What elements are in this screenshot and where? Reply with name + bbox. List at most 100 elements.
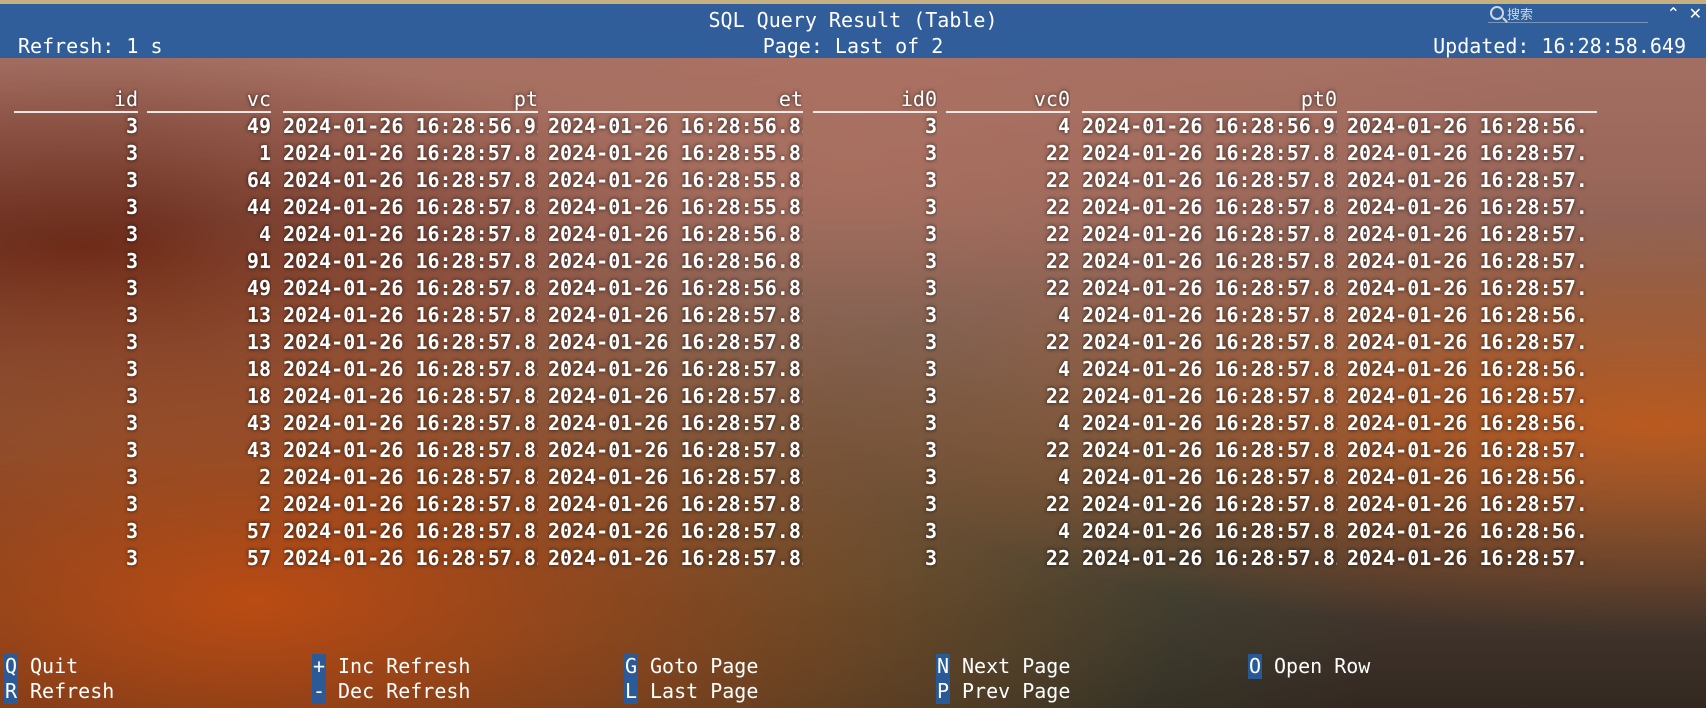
cell-id: 3 (125, 168, 138, 192)
cell-et0: 2024-01-26 16:28:56. (1347, 303, 1588, 327)
cell-id0: 3 (924, 465, 937, 489)
cell-id: 3 (125, 546, 138, 570)
table-row[interactable]: 3 43 2024-01-26 16:28:57.814 2024-01-26 16:… (14, 437, 1706, 464)
cell-id: 3 (125, 195, 138, 219)
table-row[interactable]: 3 4 2024-01-26 16:28:57.811 2024-01-26 16:2… (14, 221, 1706, 248)
cell-pt: 2024-01-26 16:28:57.814 (283, 384, 538, 408)
shortcut-label: Goto Page (650, 654, 759, 678)
table-row[interactable]: 3 13 2024-01-26 16:28:57.814 2024-01-26 16:… (14, 302, 1706, 329)
cell-et0: 2024-01-26 16:28:56. (1347, 465, 1588, 489)
cell-et0: 2024-01-26 16:28:57. (1347, 384, 1588, 408)
table-row[interactable]: 3 2 2024-01-26 16:28:57.814 2024-01-26 16:2… (14, 464, 1706, 491)
table-row[interactable]: 3 18 2024-01-26 16:28:57.814 2024-01-26 16:… (14, 383, 1706, 410)
shortcut-key: G (624, 654, 638, 679)
table-row[interactable]: 3 13 2024-01-26 16:28:57.814 2024-01-26 16:… (14, 329, 1706, 356)
cell-vc: 43 (246, 411, 271, 435)
shortcut-label: Prev Page (962, 679, 1071, 703)
table-row[interactable]: 3 43 2024-01-26 16:28:57.814 2024-01-26 16:… (14, 410, 1706, 437)
cell-vc0: 22 (1045, 222, 1070, 246)
cell-pt: 2024-01-26 16:28:57.814 (283, 357, 538, 381)
table-row[interactable]: 3 64 2024-01-26 16:28:57.811 2024-01-26 16:… (14, 167, 1706, 194)
shortcut-item[interactable]: - Dec Refresh (312, 679, 648, 704)
cell-vc0: 22 (1045, 384, 1070, 408)
updated-time: Updated: 16:28:58.649 (1433, 34, 1686, 58)
cell-vc: 49 (246, 276, 271, 300)
cell-et: 2024-01-26 16:28:56.813 (548, 222, 803, 246)
table-row[interactable]: 3 44 2024-01-26 16:28:57.811 2024-01-26 16:… (14, 194, 1706, 221)
cell-pt0: 2024-01-26 16:28:57.811 (1082, 249, 1337, 273)
shortcut-item[interactable]: + Inc Refresh (312, 654, 648, 679)
cell-id0: 3 (924, 438, 937, 462)
cell-et: 2024-01-26 16:28:57.813 (548, 492, 803, 516)
shortcut-item[interactable]: G Goto Page (624, 654, 960, 679)
cell-vc0: 22 (1045, 249, 1070, 273)
cell-id0: 3 (924, 141, 937, 165)
key-help-row: Q Quit + Inc Refresh G Goto Page N Next Page O Op… (4, 654, 1704, 679)
cell-id: 3 (125, 222, 138, 246)
cell-et: 2024-01-26 16:28:57.812 (548, 303, 803, 327)
cell-id: 3 (125, 438, 138, 462)
shortcut-item[interactable]: L Last Page (624, 679, 960, 704)
cell-et: 2024-01-26 16:28:57.813 (548, 465, 803, 489)
shortcut-item[interactable]: P Prev Page (936, 679, 1272, 704)
cell-vc0: 4 (1057, 357, 1070, 381)
cell-vc0: 4 (1057, 114, 1070, 138)
cell-et: 2024-01-26 16:28:55.813 (548, 141, 803, 165)
shortcut-label: Quit (30, 654, 79, 678)
cell-et0: 2024-01-26 16:28:57. (1347, 168, 1588, 192)
cell-pt: 2024-01-26 16:28:57.815 (283, 546, 538, 570)
cell-vc: 18 (246, 357, 271, 381)
table-row[interactable]: 3 57 2024-01-26 16:28:57.815 2024-01-26 16:… (14, 545, 1706, 572)
table-row[interactable]: 3 2 2024-01-26 16:28:57.814 2024-01-26 16:2… (14, 491, 1706, 518)
shortcut-label: Refresh (30, 679, 115, 703)
cell-pt: 2024-01-26 16:28:57.814 (283, 492, 538, 516)
table-row[interactable]: 3 49 2024-01-26 16:28:57.811 2024-01-26 16:… (14, 275, 1706, 302)
cell-pt: 2024-01-26 16:28:57.814 (283, 330, 538, 354)
table-row[interactable]: 3 49 2024-01-26 16:28:56.912 2024-01-26 16:… (14, 113, 1706, 140)
shortcut-label: Last Page (650, 679, 759, 703)
cell-pt0: 2024-01-26 16:28:57.811 (1082, 195, 1337, 219)
close-icon[interactable]: ✕ (1689, 4, 1702, 23)
search-input[interactable]: 搜索 (1488, 4, 1648, 23)
cell-vc0: 4 (1057, 303, 1070, 327)
cell-id: 3 (125, 276, 138, 300)
table-row[interactable]: 3 57 2024-01-26 16:28:57.815 2024-01-26 16:… (14, 518, 1706, 545)
cell-id0: 3 (924, 330, 937, 354)
window-title: SQL Query Result (Table) (708, 8, 998, 32)
cell-pt0: 2024-01-26 16:28:57.814 (1082, 357, 1337, 381)
cell-vc: 43 (246, 438, 271, 462)
cell-et: 2024-01-26 16:28:56.813 (548, 114, 803, 138)
table-row[interactable]: 3 91 2024-01-26 16:28:57.811 2024-01-26 16:… (14, 248, 1706, 275)
cell-vc: 4 (258, 222, 271, 246)
cell-vc: 2 (258, 492, 271, 516)
cell-vc: 57 (246, 519, 271, 543)
cell-vc0: 4 (1057, 411, 1070, 435)
cell-et: 2024-01-26 16:28:55.812 (548, 168, 803, 192)
cell-et: 2024-01-26 16:28:57.813 (548, 384, 803, 408)
cell-pt: 2024-01-26 16:28:57.811 (283, 168, 538, 192)
shortcut-item[interactable]: Q Quit (4, 654, 340, 679)
collapse-icon[interactable]: ⌃ (1667, 4, 1680, 23)
cell-pt0: 2024-01-26 16:28:57.814 (1082, 465, 1337, 489)
cell-vc: 57 (246, 546, 271, 570)
cell-et: 2024-01-26 16:28:56.813 (548, 249, 803, 273)
cell-id0: 3 (924, 411, 937, 435)
shortcut-item[interactable]: R Refresh (4, 679, 340, 704)
cell-id: 3 (125, 492, 138, 516)
shortcut-label: Open Row (1274, 654, 1371, 678)
cell-id: 3 (125, 519, 138, 543)
shortcut-item[interactable]: N Next Page (936, 654, 1272, 679)
cell-vc: 1 (258, 141, 271, 165)
table-row[interactable]: 3 1 2024-01-26 16:28:57.811 2024-01-26 16:2… (14, 140, 1706, 167)
cell-pt0: 2024-01-26 16:28:57.814 (1082, 384, 1337, 408)
table-row[interactable]: 3 18 2024-01-26 16:28:57.814 2024-01-26 16:… (14, 356, 1706, 383)
shortcut-item[interactable]: O Open Row (1248, 654, 1584, 679)
search-icon (1490, 6, 1504, 20)
cell-vc0: 4 (1057, 465, 1070, 489)
cell-et0: 2024-01-26 16:28:56. (1347, 357, 1588, 381)
cell-et0: 2024-01-26 16:28:57. (1347, 276, 1588, 300)
cell-et: 2024-01-26 16:28:57.813 (548, 519, 803, 543)
cell-pt0: 2024-01-26 16:28:57.814 (1082, 303, 1337, 327)
cell-vc: 49 (246, 114, 271, 138)
cell-pt0: 2024-01-26 16:28:57.811 (1082, 276, 1337, 300)
